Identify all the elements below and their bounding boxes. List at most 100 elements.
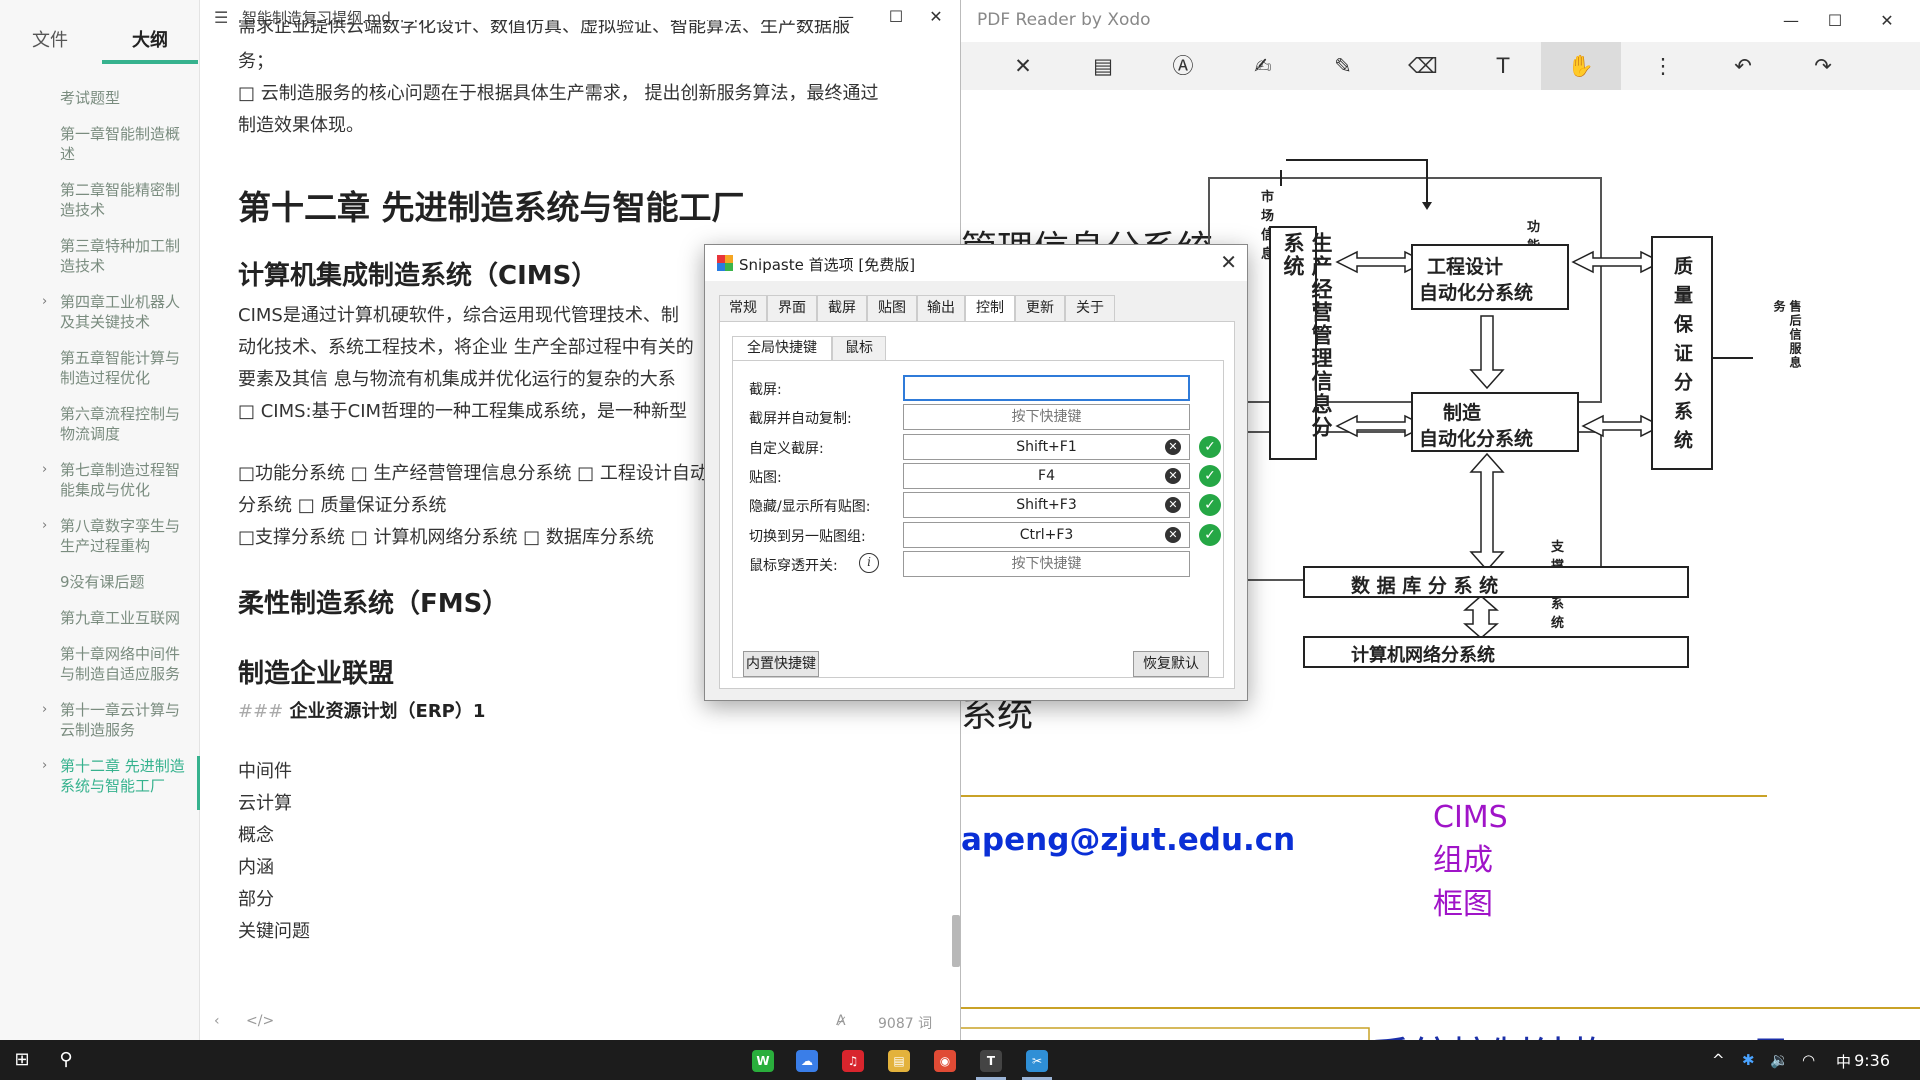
hotkey-input[interactable]: Shift+F1 ✕ — [903, 433, 1190, 460]
pdf-titlebar: PDF Reader by Xodo — ☐ ✕ — [961, 0, 1920, 42]
minimize-icon[interactable]: — — [1771, 8, 1811, 34]
hotkey-input[interactable]: F4 ✕ — [903, 462, 1190, 489]
heading-chapter-12: 第十二章 先进制造系统与智能工厂 — [238, 188, 745, 227]
text-icon[interactable]: T — [1463, 42, 1543, 90]
outline-item[interactable]: › 第十一章云计算与云制造服务 — [0, 700, 200, 740]
hotkey-input[interactable]: Ctrl+F3 ✕ — [903, 521, 1190, 548]
paragraph: 制造效果体现。 — [238, 115, 364, 136]
snipaste-preferences-dialog: Snipaste 首选项 [免费版] ✕ 常规 界面 截屏 贴图 输出 控制 更新 关于 全局… — [704, 244, 1248, 701]
outline-item[interactable]: 第五章智能计算与制造过程优化 — [0, 348, 200, 388]
hotkey-value: Shift+F1 — [1016, 438, 1077, 455]
clear-icon[interactable]: ✕ — [1165, 467, 1181, 484]
hotkey-value: Ctrl+F3 — [1019, 526, 1074, 543]
outline-item[interactable]: 第三章特种加工制造技术 — [0, 236, 200, 276]
tab-1[interactable]: 界面 — [767, 295, 817, 321]
outline-item-label: 第五章智能计算与制造过程优化 — [60, 349, 181, 387]
undo-icon[interactable]: ↶ — [1703, 42, 1783, 90]
outline-item[interactable]: 9没有课后题 — [0, 572, 200, 592]
close-icon[interactable]: ✕ — [983, 42, 1063, 90]
tab-0[interactable]: 常规 — [719, 295, 767, 321]
clock[interactable]: 9:36 — [1854, 1051, 1890, 1070]
hotkey-input[interactable]: 按下快捷键 — [903, 550, 1190, 577]
clear-icon[interactable]: ✕ — [1165, 497, 1181, 514]
outline-item-label: 第二章智能精密制造技术 — [60, 181, 181, 219]
chevron-right-icon[interactable]: › — [42, 516, 47, 536]
tab-2[interactable]: 截屏 — [817, 295, 867, 321]
outline-item-label: 第八章数字孪生与生产过程重构 — [60, 517, 181, 555]
windows-start-icon[interactable]: ⊞ — [8, 1046, 36, 1074]
scrollbar-thumb[interactable] — [952, 915, 960, 967]
tab-outline[interactable]: 大纲 — [132, 26, 168, 52]
outline-item[interactable]: 第二章智能精密制造技术 — [0, 180, 200, 220]
snipaste-icon[interactable]: ✂ — [1026, 1050, 1048, 1072]
management-label: 生产经营管理信息分系统 — [1281, 232, 1333, 439]
outline-item[interactable]: › 第八章数字孪生与生产过程重构 — [0, 516, 200, 556]
word-count[interactable]: 9087 词 — [878, 1013, 932, 1033]
tab-mouse[interactable]: 鼠标 — [832, 336, 886, 360]
close-icon[interactable]: ✕ — [1220, 250, 1237, 274]
chevron-right-icon[interactable]: › — [42, 700, 47, 720]
redo-icon[interactable]: ↷ — [1783, 42, 1863, 90]
list-item: 部分 — [238, 889, 274, 910]
outline-item[interactable]: › 第十二章 先进制造系统与智能工厂 — [0, 756, 200, 810]
heading-erp-text: 企业资源计划（ERP）1 — [289, 701, 486, 722]
wechat-icon[interactable]: W — [752, 1050, 774, 1072]
netease-music-icon[interactable]: ♫ — [842, 1050, 864, 1072]
typora-icon[interactable]: T — [980, 1050, 1002, 1072]
menu-icon[interactable]: ☰ — [214, 8, 228, 27]
tab-3[interactable]: 贴图 — [867, 295, 917, 321]
tab-global-hotkeys[interactable]: 全局快捷键 — [732, 336, 832, 361]
chevron-right-icon[interactable]: › — [42, 756, 47, 776]
outline-list: 考试题型第一章智能制造概述第二章智能精密制造技术第三章特种加工制造技术 › 第四章工… — [0, 88, 200, 812]
outline-item[interactable]: 第六章流程控制与物流调度 — [0, 404, 200, 444]
spellcheck-icon[interactable]: A̷ — [836, 1013, 846, 1029]
search-icon[interactable]: ⚲ — [52, 1046, 80, 1074]
tab-6[interactable]: 更新 — [1015, 295, 1065, 321]
bluetooth-icon[interactable]: ✱ — [1742, 1051, 1755, 1069]
outline-item[interactable]: › 第七章制造过程智能集成与优化 — [0, 460, 200, 500]
hotkey-input[interactable]: 按下快捷键 — [903, 404, 1190, 431]
outline-item[interactable]: 第一章智能制造概述 — [0, 124, 200, 164]
pan-hand-icon[interactable]: ✋ — [1541, 42, 1621, 90]
hotkey-label: 切换到另一贴图组: — [749, 528, 866, 545]
builtin-hotkeys-button[interactable]: 内置快捷键 — [743, 651, 819, 677]
file-explorer-icon[interactable]: ▤ — [888, 1050, 910, 1072]
outline-item[interactable]: 第九章工业互联网 — [0, 608, 200, 628]
signature-icon[interactable]: ✍ — [1223, 42, 1303, 90]
tab-5[interactable]: 控制 — [965, 295, 1015, 322]
ime-indicator[interactable]: 中 — [1836, 1051, 1851, 1072]
baidu-netdisk-icon[interactable]: ☁ — [796, 1050, 818, 1072]
outline-item[interactable]: 第十章网络中间件与制造自适应服务 — [0, 644, 200, 684]
hotkey-input[interactable] — [903, 375, 1190, 401]
comment-icon[interactable]: ▤ — [1063, 42, 1143, 90]
clear-icon[interactable]: ✕ — [1165, 526, 1181, 543]
clear-icon[interactable]: ✕ — [1165, 438, 1181, 455]
chrome-icon[interactable]: ◉ — [934, 1050, 956, 1072]
tab-files[interactable]: 文件 — [32, 26, 68, 52]
text-highlight-icon[interactable]: Ⓐ — [1143, 42, 1223, 90]
maximize-icon[interactable]: ☐ — [1815, 8, 1855, 34]
quality-box: 质量保证分系统 — [1651, 236, 1713, 470]
tab-7[interactable]: 关于 — [1065, 295, 1115, 321]
diagram-caption: CIMS组成框图 — [1433, 800, 1508, 922]
email-text: apeng@zjut.edu.cn — [961, 822, 1296, 858]
close-icon[interactable]: ✕ — [1867, 8, 1907, 34]
hotkey-label: 贴图: — [749, 469, 782, 486]
chevron-right-icon[interactable]: › — [42, 460, 47, 480]
volume-icon[interactable]: 🔉 — [1770, 1051, 1789, 1069]
outline-item[interactable]: 考试题型 — [0, 88, 200, 108]
chevron-right-icon[interactable]: › — [42, 292, 47, 312]
outline-item[interactable]: › 第四章工业机器人及其关键技术 — [0, 292, 200, 332]
source-code-icon[interactable]: </> — [246, 1013, 274, 1029]
more-icon[interactable]: ⋮ — [1623, 42, 1703, 90]
restore-defaults-button[interactable]: 恢复默认 — [1133, 651, 1209, 677]
wifi-icon[interactable]: ◠ — [1802, 1051, 1815, 1069]
chevron-left-icon[interactable]: ‹ — [214, 1013, 220, 1029]
hotkey-input[interactable]: Shift+F3 ✕ — [903, 492, 1190, 519]
hotkey-value: Shift+F3 — [1016, 497, 1077, 514]
tab-4[interactable]: 输出 — [917, 295, 965, 321]
eraser-icon[interactable]: ⌫ — [1383, 42, 1463, 90]
chevron-up-icon[interactable]: ^ — [1712, 1051, 1725, 1069]
pen-icon[interactable]: ✎ — [1303, 42, 1383, 90]
info-icon[interactable]: i — [859, 552, 879, 573]
